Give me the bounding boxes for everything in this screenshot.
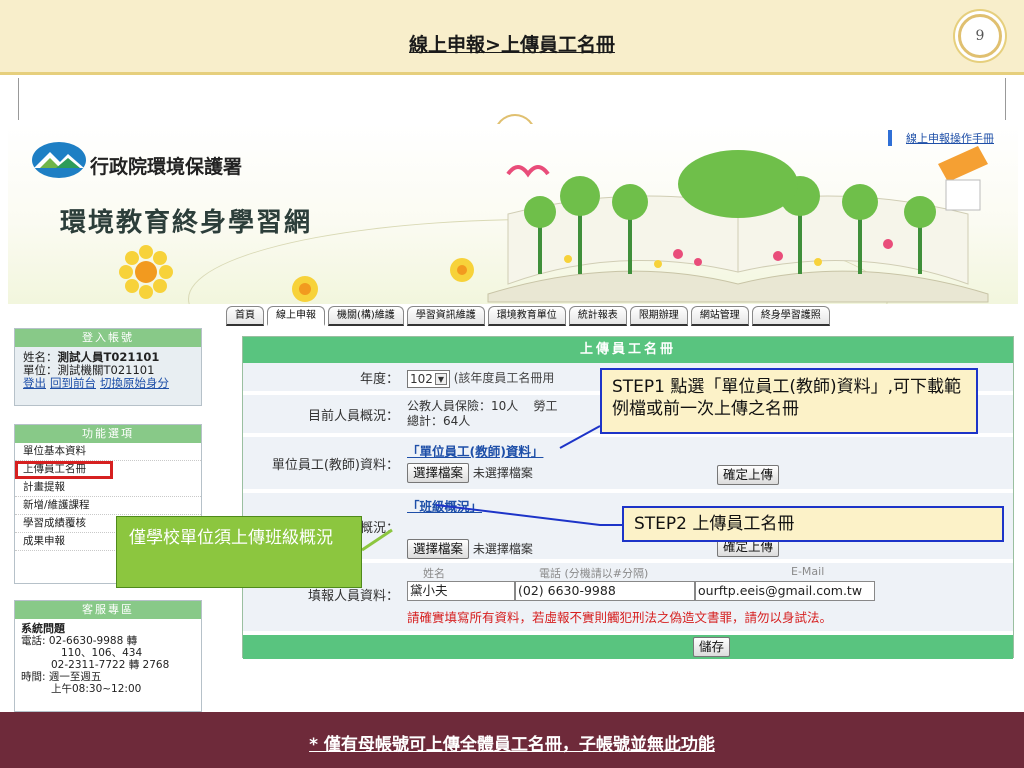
slide-footer: * 僅有母帳號可上傳全體員工名冊，子帳號並無此功能 (0, 712, 1024, 768)
school-tip-callout: 僅學校單位須上傳班級概況 (116, 516, 362, 588)
footer-note: * 僅有母帳號可上傳全體員工名冊，子帳號並無此功能 (309, 735, 715, 755)
step1-callout: STEP1 點選「單位員工(教師)資料」,可下載範例檔或前一次上傳之名冊 (600, 368, 978, 434)
step2-callout: STEP2 上傳員工名冊 (622, 506, 1004, 542)
